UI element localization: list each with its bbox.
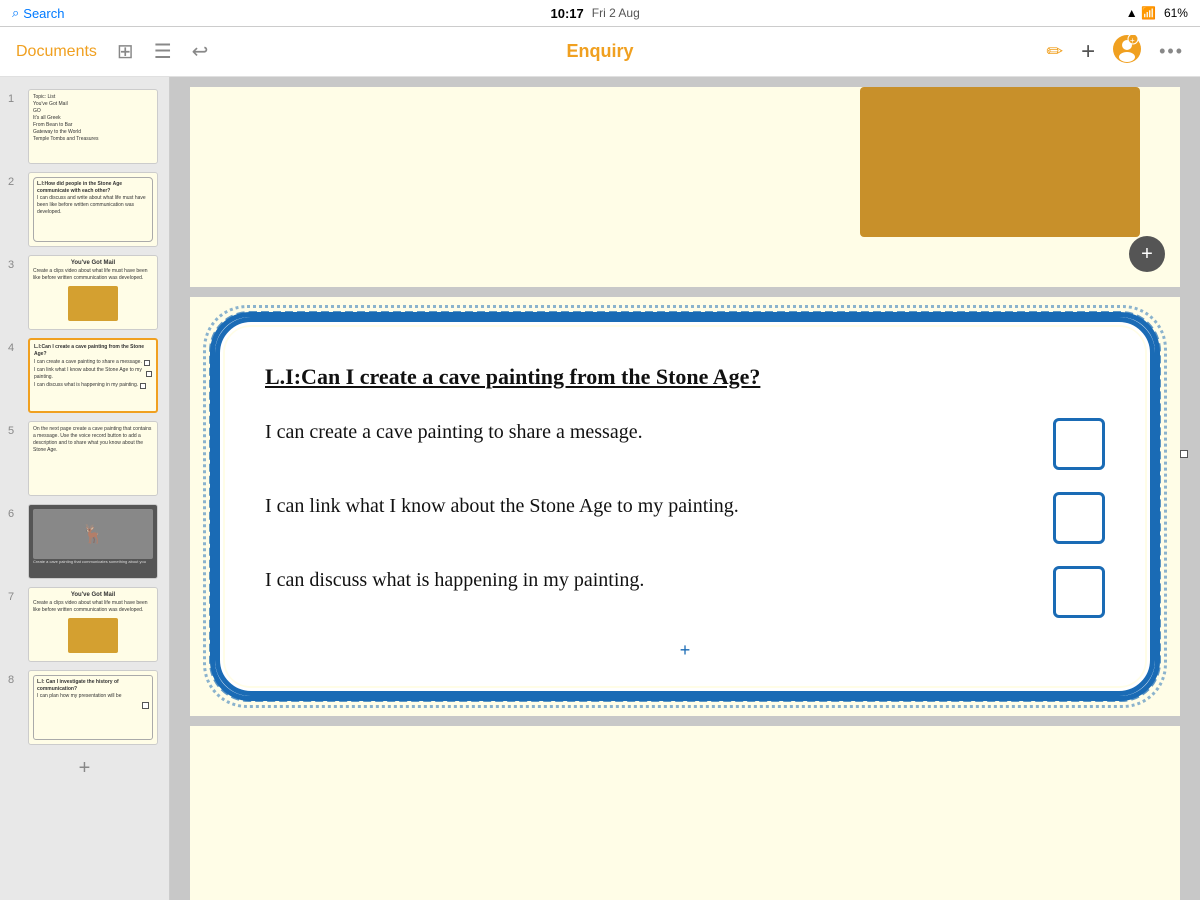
more-options-icon[interactable]: ••• xyxy=(1159,41,1184,62)
battery-icon: 61% xyxy=(1164,6,1188,20)
slide-thumb-6[interactable]: 6 🦌 Create a cave painting that communic… xyxy=(0,500,169,583)
slide-thumb-1[interactable]: 1 Topic: ListYou've Got MailGOIt's all G… xyxy=(0,85,169,168)
undo-icon[interactable]: ↩ xyxy=(192,39,209,64)
envelope-image xyxy=(860,87,1140,237)
search-button[interactable]: ⌕ Search xyxy=(12,5,64,21)
main-layout: 1 Topic: ListYou've Got MailGOIt's all G… xyxy=(0,77,1200,900)
slide-preview-1: Topic: ListYou've Got MailGOIt's all Gre… xyxy=(28,89,158,164)
slide-number-7: 7 xyxy=(8,591,22,603)
slide-number-4: 4 xyxy=(8,342,22,354)
slide-number-6: 6 xyxy=(8,508,22,520)
status-time: 10:17 xyxy=(551,6,584,21)
li-item-3-text: I can discuss what is happening in my pa… xyxy=(265,566,1053,594)
status-date: Fri 2 Aug xyxy=(592,6,640,20)
slide-content-area: + L.I:Can I create a cave painting from … xyxy=(170,77,1200,900)
slide-page-bottom xyxy=(190,726,1180,900)
li-checkbox-3[interactable] xyxy=(1053,566,1105,618)
list-view-icon[interactable]: ☰ xyxy=(154,39,172,64)
status-bar: ⌕ Search 10:17 Fri 2 Aug ▲ 📶 61% xyxy=(0,0,1200,27)
add-icon[interactable]: + xyxy=(1081,38,1095,66)
add-circle-icon: + xyxy=(1141,243,1153,266)
slide-number-5: 5 xyxy=(8,425,22,437)
profile-icon[interactable]: + xyxy=(1113,35,1141,69)
slide-thumb-8[interactable]: 8 L.I: Can I investigate the history of … xyxy=(0,666,169,749)
slide-thumb-4[interactable]: 4 L.I:Can I create a cave painting from … xyxy=(0,334,169,417)
li-item-2: I can link what I know about the Stone A… xyxy=(265,492,1105,544)
cave-image: 🦌 xyxy=(82,524,104,545)
li-title: L.I:Can I create a cave painting from th… xyxy=(265,362,1105,393)
li-checkbox-2[interactable] xyxy=(1053,492,1105,544)
li-checkbox-1[interactable] xyxy=(1053,418,1105,470)
slide-number-3: 3 xyxy=(8,259,22,271)
slide-thumb-3[interactable]: 3 You've Got Mail Create a clips video a… xyxy=(0,251,169,334)
li-item-3: I can discuss what is happening in my pa… xyxy=(265,566,1105,618)
li-card: L.I:Can I create a cave painting from th… xyxy=(220,322,1150,691)
pen-tool-icon[interactable]: ✏ xyxy=(1046,39,1063,64)
wifi-icon: ▲ 📶 xyxy=(1126,6,1156,20)
slide-thumb-2[interactable]: 2 L.I:How did people in the Stone Age co… xyxy=(0,168,169,251)
slide-preview-6: 🦌 Create a cave painting that communicat… xyxy=(28,504,158,579)
slide-page-main: L.I:Can I create a cave painting from th… xyxy=(190,297,1180,716)
add-slide-button[interactable]: + xyxy=(0,749,169,788)
search-icon: ⌕ xyxy=(12,5,19,21)
slide-preview-2: L.I:How did people in the Stone Age comm… xyxy=(28,172,158,247)
slide-preview-3: You've Got Mail Create a clips video abo… xyxy=(28,255,158,330)
grid-view-icon[interactable]: ⊞ xyxy=(117,39,134,64)
slide-number-1: 1 xyxy=(8,93,22,105)
slide-preview-8: L.I: Can I investigate the history of co… xyxy=(28,670,158,745)
slide-page-top: + xyxy=(190,87,1180,287)
slide-preview-5: On the next page create a cave painting … xyxy=(28,421,158,496)
slide-thumb-7[interactable]: 7 You've Got Mail Create a clips video a… xyxy=(0,583,169,666)
slide-thumb-5[interactable]: 5 On the next page create a cave paintin… xyxy=(0,417,169,500)
search-label: Search xyxy=(23,6,64,21)
slide-number-8: 8 xyxy=(8,674,22,686)
slide-preview-4: L.I:Can I create a cave painting from th… xyxy=(28,338,158,413)
li-item-1-text: I can create a cave painting to share a … xyxy=(265,418,1053,446)
toolbar: Documents ⊞ ☰ ↩ Enquiry ✏ + + ••• xyxy=(0,27,1200,77)
slide-number-2: 2 xyxy=(8,176,22,188)
li-item-2-text: I can link what I know about the Stone A… xyxy=(265,492,1053,520)
svg-text:+: + xyxy=(1130,36,1135,45)
slide-panel[interactable]: 1 Topic: ListYou've Got MailGOIt's all G… xyxy=(0,77,170,900)
add-item-button[interactable]: + xyxy=(265,640,1105,661)
li-item-1: I can create a cave painting to share a … xyxy=(265,418,1105,470)
presentation-title: Enquiry xyxy=(566,41,633,62)
slide-preview-7: You've Got Mail Create a clips video abo… xyxy=(28,587,158,662)
add-slide-icon: + xyxy=(79,757,91,780)
documents-button[interactable]: Documents xyxy=(16,43,97,61)
add-content-button[interactable]: + xyxy=(1129,236,1165,272)
